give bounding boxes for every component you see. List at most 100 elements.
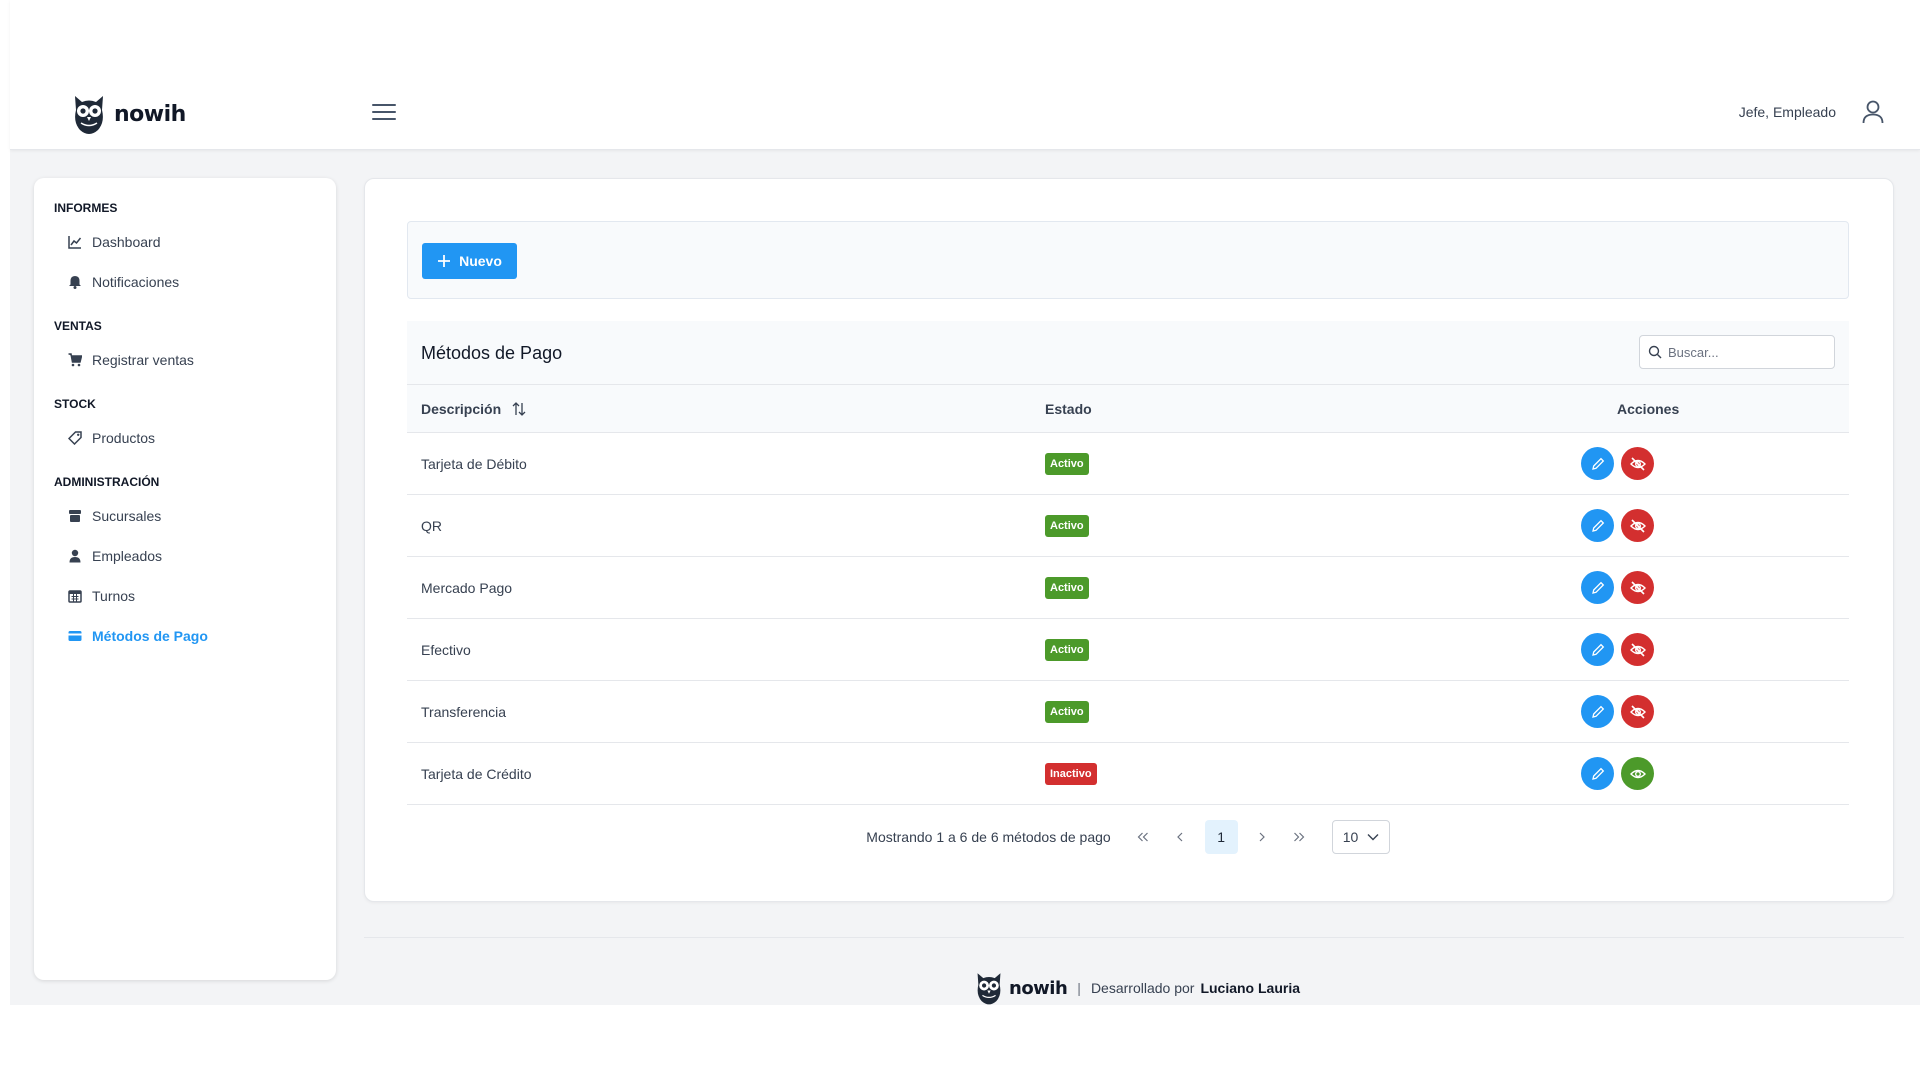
table-row: Transferencia Activo [407, 681, 1849, 743]
status-badge: Activo [1045, 515, 1089, 537]
toolbar: Nuevo [407, 221, 1849, 299]
deactivate-button[interactable] [1621, 633, 1654, 666]
person-icon [69, 549, 81, 563]
edit-button[interactable] [1581, 571, 1614, 604]
sidebar-item-notificaciones[interactable]: Notificaciones [54, 262, 316, 302]
sidebar-item-metodos-de-pago[interactable]: Métodos de Pago [54, 616, 316, 656]
table-row: Efectivo Activo [407, 619, 1849, 681]
sidebar-section-stock: STOCK [54, 397, 96, 411]
column-headers: Descripción Estado Acciones [407, 385, 1849, 433]
new-button-label: Nuevo [459, 253, 502, 269]
row-description: QR [421, 518, 442, 534]
plus-icon [438, 255, 451, 267]
status-badge: Activo [1045, 639, 1089, 661]
user-icon[interactable] [1862, 100, 1884, 124]
menu-toggle-button[interactable] [372, 104, 396, 124]
sidebar-section-ventas: VENTAS [54, 319, 102, 333]
column-header-description[interactable]: Descripción [421, 401, 527, 417]
next-page-button[interactable] [1244, 820, 1281, 854]
brand-logo[interactable]: nowih [72, 92, 186, 136]
page-size-select[interactable]: 10 [1331, 820, 1390, 854]
status-badge: Inactivo [1045, 763, 1097, 785]
activate-button[interactable] [1621, 757, 1654, 790]
column-header-actions: Acciones [1617, 401, 1680, 417]
table-body: Tarjeta de Débito Activo QR Activo Mercado P… [407, 433, 1849, 805]
sidebar-item-turnos[interactable]: Turnos [54, 576, 316, 616]
row-actions [1581, 571, 1654, 604]
pagination-info: Mostrando 1 a 6 de 6 métodos de pago [866, 829, 1111, 845]
sidebar-item-label: Productos [92, 430, 156, 446]
page-size-value: 10 [1342, 829, 1359, 845]
status-badge: Activo [1045, 701, 1089, 723]
eye-off-icon [1629, 642, 1646, 657]
tag-icon [68, 431, 82, 445]
deactivate-button[interactable] [1621, 695, 1654, 728]
eye-off-icon [1629, 580, 1646, 595]
table-row: Tarjeta de Crédito Inactivo [407, 743, 1849, 805]
sidebar-item-label: Sucursales [92, 508, 162, 524]
pencil-icon [1591, 519, 1604, 532]
chevron-down-icon [1367, 834, 1379, 841]
row-actions [1581, 695, 1654, 728]
row-actions [1581, 633, 1654, 666]
prev-page-button[interactable] [1162, 820, 1199, 854]
footer: nowih | Desarrollado por Luciano Lauria [975, 970, 1300, 1006]
footer-developed-by: Desarrollado por [1090, 980, 1195, 996]
search-input[interactable] [1668, 344, 1828, 360]
sidebar-item-productos[interactable]: Productos [54, 418, 316, 458]
pencil-icon [1591, 643, 1604, 656]
deactivate-button[interactable] [1621, 447, 1654, 480]
edit-button[interactable] [1581, 447, 1614, 480]
sidebar-item-sucursales[interactable]: Sucursales [54, 496, 316, 536]
owl-logo-icon [977, 973, 1001, 1005]
edit-button[interactable] [1581, 509, 1614, 542]
sidebar-item-empleados[interactable]: Empleados [54, 536, 316, 576]
main-card: Nuevo Métodos de Pago Descripción Estado… [364, 178, 1894, 902]
sidebar-item-dashboard[interactable]: Dashboard [54, 222, 316, 262]
table-title: Métodos de Pago [421, 343, 563, 363]
column-header-status: Estado [1045, 401, 1092, 417]
eye-icon [1629, 769, 1646, 778]
table-row: Mercado Pago Activo [407, 557, 1849, 619]
credit-card-icon [68, 631, 82, 641]
sidebar: INFORMES Dashboard Notificaciones VENTAS… [34, 178, 336, 980]
sidebar-section-informes: INFORMES [54, 201, 118, 215]
page-button-current[interactable]: 1 [1204, 820, 1238, 854]
edit-button[interactable] [1581, 695, 1614, 728]
table-row: Tarjeta de Débito Activo [407, 433, 1849, 495]
row-actions [1581, 757, 1654, 790]
table-row: QR Activo [407, 495, 1849, 557]
sidebar-item-label: Dashboard [92, 234, 161, 250]
hamburger-line [372, 118, 396, 120]
deactivate-button[interactable] [1621, 509, 1654, 542]
eye-off-icon [1629, 518, 1646, 533]
user-name: Jefe, Empleado [1738, 104, 1836, 120]
sort-icon[interactable] [511, 401, 527, 417]
row-actions [1581, 447, 1654, 480]
hamburger-line [372, 111, 396, 113]
calendar-icon [68, 590, 82, 603]
row-description: Tarjeta de Crédito [421, 766, 532, 782]
search-box[interactable] [1639, 335, 1835, 369]
pencil-icon [1591, 767, 1604, 780]
brand-name: nowih [114, 101, 186, 127]
edit-button[interactable] [1581, 633, 1614, 666]
eye-off-icon [1629, 456, 1646, 471]
footer-author: Luciano Lauria [1200, 980, 1301, 996]
chevrons-right-icon [1294, 832, 1305, 842]
new-button[interactable]: Nuevo [422, 243, 517, 279]
row-description: Mercado Pago [421, 580, 513, 596]
deactivate-button[interactable] [1621, 571, 1654, 604]
sidebar-item-registrar-ventas[interactable]: Registrar ventas [54, 340, 316, 380]
last-page-button[interactable] [1281, 820, 1318, 854]
first-page-button[interactable] [1125, 820, 1162, 854]
sidebar-item-label: Métodos de Pago [92, 628, 208, 644]
app-shell: nowih Jefe, Empleado INFORMES Dashboard … [10, 0, 1920, 1005]
pencil-icon [1591, 457, 1604, 470]
top-bar: nowih Jefe, Empleado [10, 0, 1920, 150]
status-badge: Activo [1045, 577, 1089, 599]
chevron-right-icon [1259, 832, 1266, 842]
user-menu[interactable]: Jefe, Empleado [1739, 100, 1884, 124]
edit-button[interactable] [1581, 757, 1614, 790]
row-actions [1581, 509, 1654, 542]
